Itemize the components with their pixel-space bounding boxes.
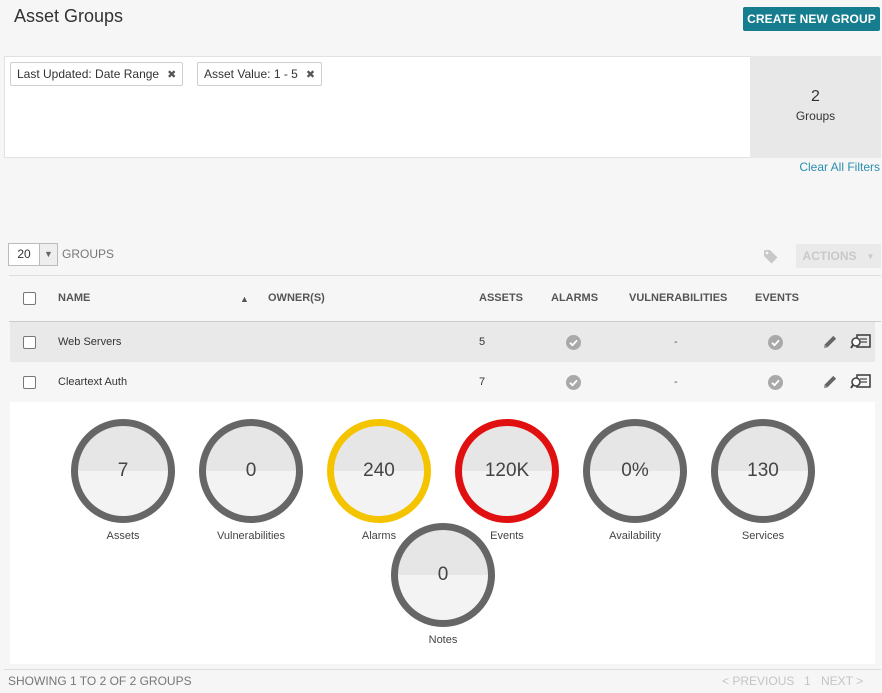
stat-circle-assets[interactable]: 7 (71, 419, 175, 523)
group-detail-panel: 7 Assets 0 Vulnerabilities 240 Alarms 12… (10, 402, 875, 664)
stat-circle-vulnerabilities[interactable]: 0 (199, 419, 303, 523)
column-header-owners[interactable]: OWNER(S) (268, 292, 325, 304)
showing-summary: SHOWING 1 TO 2 OF 2 GROUPS (8, 674, 192, 688)
footer-divider (4, 669, 881, 670)
alarm-check-icon (566, 335, 581, 355)
per-page-value: 20 (17, 247, 31, 261)
row-checkbox[interactable] (23, 376, 36, 389)
column-header-name[interactable]: NAME (58, 292, 90, 304)
column-header-alarms[interactable]: ALARMS (551, 292, 598, 304)
actions-button[interactable]: ACTIONS ▼ (796, 244, 881, 268)
event-check-icon (768, 335, 783, 355)
view-details-icon[interactable] (850, 333, 872, 356)
per-page-select[interactable]: 20 ▼ (8, 243, 58, 266)
stat-label-availability: Availability (609, 530, 661, 542)
create-new-group-button[interactable]: CREATE NEW GROUP (743, 7, 880, 31)
group-assets: 5 (479, 336, 486, 348)
clear-all-filters-link[interactable]: Clear All Filters (799, 160, 880, 174)
actions-label: ACTIONS (802, 249, 857, 263)
remove-filter-icon[interactable]: ✖ (167, 68, 176, 81)
current-page[interactable]: 1 (804, 674, 811, 688)
stat-circle-availability[interactable]: 0% (583, 419, 687, 523)
stat-label-assets: Assets (106, 530, 140, 542)
group-assets: 7 (479, 376, 486, 388)
alarm-check-icon (566, 375, 581, 395)
groups-label: GROUPS (62, 247, 115, 261)
tag-icon[interactable] (763, 249, 779, 270)
table-row[interactable]: Cleartext Auth 7 - (10, 362, 875, 402)
column-header-events[interactable]: EVENTS (755, 292, 799, 304)
edit-pencil-icon[interactable] (821, 333, 839, 356)
row-checkbox[interactable] (23, 336, 36, 349)
table-row[interactable]: Web Servers 5 - (10, 322, 875, 362)
stat-label-vulnerabilities: Vulnerabilities (216, 530, 286, 542)
group-vulnerabilities: - (674, 376, 678, 388)
group-count: 2 (811, 88, 820, 105)
group-name[interactable]: Cleartext Auth (58, 376, 127, 388)
filter-chip-label: Asset Value: 1 - 5 (204, 67, 298, 81)
group-count-label: Groups (795, 109, 836, 123)
stat-circle-events[interactable]: 120K (455, 419, 559, 523)
sort-ascending-icon[interactable]: ▲ (240, 294, 249, 304)
table-top-divider (9, 275, 881, 276)
chevron-down-icon: ▼ (39, 244, 57, 265)
column-header-vulnerabilities[interactable]: VULNERABILITIES (629, 292, 727, 304)
next-page-link[interactable]: NEXT > (821, 674, 863, 688)
group-count-box: 2 Groups (750, 56, 881, 158)
filter-chip-asset-value[interactable]: Asset Value: 1 - 5 ✖ (197, 62, 323, 86)
previous-page-link[interactable]: < PREVIOUS (722, 674, 794, 688)
remove-filter-icon[interactable]: ✖ (306, 68, 315, 81)
page-title: Asset Groups (14, 6, 124, 26)
select-all-checkbox[interactable] (23, 292, 36, 305)
stat-circle-services[interactable]: 130 (711, 419, 815, 523)
event-check-icon (768, 375, 783, 395)
edit-pencil-icon[interactable] (821, 373, 839, 396)
stat-label-services: Services (741, 530, 785, 542)
filter-chip-date-range[interactable]: Last Updated: Date Range ✖ (10, 62, 184, 86)
chevron-down-icon: ▼ (866, 251, 875, 261)
stat-label-notes: Notes (428, 634, 458, 646)
filter-box: Last Updated: Date Range ✖ Asset Value: … (4, 56, 750, 158)
stat-circle-notes[interactable]: 0 (391, 523, 495, 627)
column-header-assets[interactable]: ASSETS (479, 292, 523, 304)
view-details-icon[interactable] (850, 373, 872, 396)
stat-circle-alarms[interactable]: 240 (327, 419, 431, 523)
group-vulnerabilities: - (674, 336, 678, 348)
group-name[interactable]: Web Servers (58, 336, 121, 348)
filter-chip-label: Last Updated: Date Range (17, 67, 160, 81)
